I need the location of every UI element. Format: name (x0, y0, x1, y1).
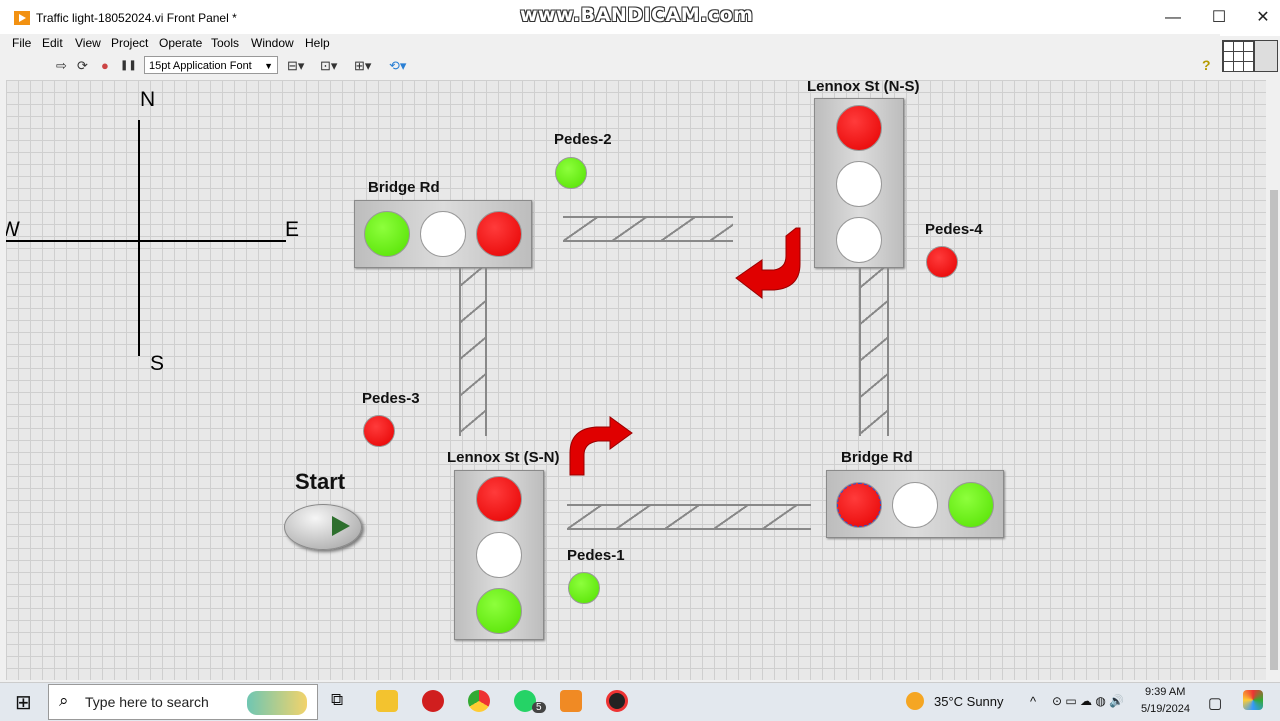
lennox-ns-label: Lennox St (N-S) (807, 80, 920, 95)
font-select-value: 15pt Application Font (149, 60, 252, 72)
bridge-rd-top-traffic-light (354, 200, 532, 268)
bridge-rd-top-yellow-lamp (420, 211, 466, 257)
minimize-button[interactable]: — (1158, 6, 1188, 30)
lennox-ns-yellow-lamp (836, 161, 882, 207)
notification-icon[interactable]: ▢ (1208, 694, 1222, 712)
pedes-4-indicator (926, 246, 958, 278)
lennox-ns-traffic-light (814, 98, 904, 268)
menu-help[interactable]: Help (305, 36, 330, 50)
lennox-sn-red-lamp (476, 476, 522, 522)
bridge-rd-bottom-traffic-light (826, 470, 1004, 538)
pedes-1-indicator (568, 572, 600, 604)
opera-icon[interactable] (422, 690, 444, 712)
pause-icon[interactable]: ❚❚ (120, 60, 137, 71)
pedes-1-label: Pedes-1 (567, 547, 625, 564)
bridge-rd-top-green-lamp (364, 211, 410, 257)
crosswalk-north (563, 216, 733, 242)
windows-start-icon[interactable]: ⊞ (15, 690, 32, 715)
pedes-2-label: Pedes-2 (554, 131, 612, 148)
chrome-icon[interactable] (468, 690, 490, 712)
bandicam-record-icon[interactable] (606, 690, 628, 712)
start-label: Start (295, 469, 346, 494)
abort-icon[interactable]: ● (101, 58, 109, 73)
toolbar: ⇨ ⟳ ● ❚❚ 15pt Application Font ▼ ⊟▾ ⊡▾ ⊞… (0, 54, 1220, 78)
compass-north: N (140, 88, 156, 111)
bridge-rd-top-label: Bridge Rd (368, 179, 440, 196)
align-objects-icon[interactable]: ⊟▾ (287, 58, 304, 74)
crosswalk-west (459, 268, 487, 436)
compass-east: E (285, 218, 300, 241)
bridge-rd-bottom-green-lamp (948, 482, 994, 528)
whatsapp-badge: 5 (532, 702, 546, 713)
labview-taskbar-icon[interactable] (560, 690, 582, 712)
pedes-3-indicator (363, 415, 395, 447)
reorder-icon[interactable]: ⟲▾ (389, 58, 406, 74)
menu-project[interactable]: Project (111, 36, 148, 50)
front-panel: N S E W Bridge Rd Pedes-2 Lennox St (N-S… (6, 80, 1266, 680)
chevron-down-icon: ▼ (264, 61, 273, 71)
close-button[interactable]: ✕ (1248, 6, 1278, 30)
menu-view[interactable]: View (75, 36, 101, 50)
turn-left-arrow-icon (735, 227, 801, 300)
compass-west: W (6, 218, 20, 241)
show-hidden-icons-chevron[interactable]: ^ (1030, 694, 1036, 709)
clock-date[interactable]: 5/19/2024 (1141, 703, 1190, 715)
lennox-ns-green-lamp (836, 217, 882, 263)
connector-pane-icon[interactable] (1222, 40, 1254, 72)
taskbar-search[interactable]: ⌕ Type here to search (48, 684, 318, 720)
run-continuously-icon[interactable]: ⟳ (77, 58, 88, 74)
start-button[interactable] (284, 504, 362, 550)
vertical-scrollbar[interactable] (1268, 80, 1280, 680)
crosswalk-east (859, 268, 889, 436)
context-help-icon[interactable]: ? (1202, 57, 1211, 73)
compass-vertical-line (138, 120, 140, 356)
scrollbar-thumb[interactable] (1270, 190, 1278, 670)
search-icon: ⌕ (59, 691, 69, 710)
lennox-sn-green-lamp (476, 588, 522, 634)
turn-right-arrow-icon (569, 416, 633, 476)
bridge-rd-bottom-label: Bridge Rd (841, 449, 913, 466)
bridge-rd-bottom-yellow-lamp (892, 482, 938, 528)
menu-file[interactable]: File (12, 36, 31, 50)
font-select[interactable]: 15pt Application Font ▼ (144, 56, 278, 74)
search-placeholder: Type here to search (85, 694, 209, 710)
weather-text[interactable]: 35°C Sunny (934, 694, 1004, 709)
task-view-icon[interactable]: ⧉ (331, 690, 343, 710)
crosswalk-south (567, 504, 811, 530)
pedes-4-label: Pedes-4 (925, 221, 983, 238)
lennox-sn-yellow-lamp (476, 532, 522, 578)
menu-operate[interactable]: Operate (159, 36, 202, 50)
clock-time[interactable]: 9:39 AM (1145, 686, 1185, 698)
run-arrow-icon[interactable]: ⇨ (56, 58, 67, 74)
window-title: Traffic light-18052024.vi Front Panel * (36, 11, 237, 25)
compass-horizontal-line (6, 240, 286, 242)
search-highlight-icon (247, 691, 307, 715)
pedes-2-indicator (555, 157, 587, 189)
weather-sun-icon (906, 692, 924, 710)
lennox-sn-traffic-light (454, 470, 544, 640)
maximize-button[interactable]: ☐ (1204, 6, 1234, 30)
tray-icons: ⊙ ▭ ☁ ◍ 🔊 (1052, 694, 1125, 708)
title-bar: Traffic light-18052024.vi Front Panel * … (0, 0, 1280, 36)
lennox-sn-label: Lennox St (S-N) (447, 449, 560, 466)
distribute-objects-icon[interactable]: ⊡▾ (320, 58, 337, 74)
pedes-3-label: Pedes-3 (362, 390, 420, 407)
resize-objects-icon[interactable]: ⊞▾ (354, 58, 371, 74)
play-icon (332, 516, 350, 536)
lennox-ns-red-lamp (836, 105, 882, 151)
menu-tools[interactable]: Tools (211, 36, 239, 50)
bandicam-watermark: www.BANDICAM.com (520, 4, 754, 26)
menu-edit[interactable]: Edit (42, 36, 63, 50)
color-app-icon[interactable] (1243, 690, 1263, 710)
menu-bar: File Edit View Project Operate Tools Win… (0, 34, 1220, 54)
vi-icon[interactable] (1254, 40, 1278, 72)
labview-vi-icon (14, 11, 30, 25)
bridge-rd-top-red-lamp (476, 211, 522, 257)
menu-window[interactable]: Window (251, 36, 294, 50)
file-explorer-icon[interactable] (376, 690, 398, 712)
bridge-rd-bottom-red-lamp[interactable] (836, 482, 882, 528)
compass-south: S (150, 352, 165, 375)
